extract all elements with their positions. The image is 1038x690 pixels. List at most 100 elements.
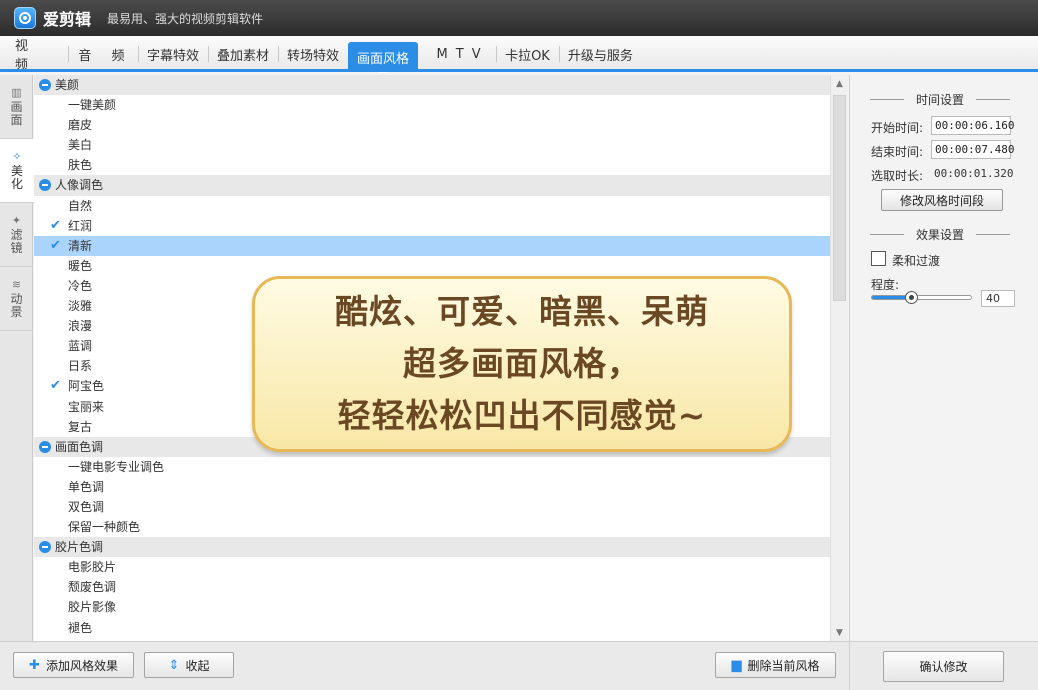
list-item[interactable]: ✔ 清新	[34, 235, 830, 256]
list-item-label: 暖色	[68, 258, 93, 273]
list-item-label: 胶片影像	[68, 600, 117, 615]
list-scrollbar[interactable]: ▲ ▼	[830, 75, 848, 641]
tab-video[interactable]: 视 频	[6, 39, 68, 73]
tab-transition-effects[interactable]: 转场特效	[278, 40, 348, 68]
degree-label: 程度:	[871, 278, 900, 292]
list-item[interactable]: 一键美颜	[34, 95, 830, 115]
magic-wand-add-icon: ✚	[29, 657, 40, 673]
list-item-label: 清新	[68, 238, 93, 253]
list-group-label: 美颜	[55, 78, 80, 92]
end-time-label: 结束时间:	[871, 145, 924, 159]
side-tab-beautify[interactable]: ✧ 美化	[0, 139, 34, 203]
banner-line-1: 酷炫、可爱、暗黑、呆萌	[335, 292, 709, 331]
film-icon: ▥	[11, 85, 22, 99]
list-item-label: 日系	[68, 359, 93, 374]
banner-line-3: 轻轻松松凹出不同感觉~	[337, 396, 707, 435]
soft-transition-label: 柔和过渡	[892, 254, 941, 268]
list-item-label: 一键电影专业调色	[68, 459, 165, 474]
add-style-effect-button[interactable]: ✚ 添加风格效果	[13, 652, 134, 678]
collapse-icon: ⇕	[168, 657, 180, 673]
list-item[interactable]: 胶片影像	[34, 597, 830, 617]
tab-overlay-material[interactable]: 叠加素材	[208, 40, 278, 68]
effect-settings-title: 效果设置	[870, 226, 1010, 243]
list-item[interactable]: ✔ 红润	[34, 216, 830, 236]
confirm-area: 确认修改	[849, 641, 1038, 690]
side-tab-filter[interactable]: ✦ 滤镜	[0, 203, 33, 267]
list-item[interactable]: 双色调	[34, 497, 830, 517]
list-item-label: 颓废色调	[68, 580, 117, 595]
app-slogan: 最易用、强大的视频剪辑软件	[107, 11, 264, 26]
filter-wand-icon: ✦	[11, 213, 22, 227]
duration-value: 00:00:01.320	[934, 167, 1014, 180]
list-item[interactable]: 美白	[34, 135, 830, 155]
side-tab-bar: ▥ 画面 ✧ 美化 ✦ 滤镜 ≋ 动景	[0, 75, 34, 641]
tab-upgrade-service[interactable]: 升级与服务	[558, 40, 642, 68]
list-group-label: 人像调色	[55, 178, 104, 193]
list-group-header[interactable]: 人像调色	[34, 175, 830, 196]
duration-label: 选取时长:	[871, 169, 924, 183]
list-item[interactable]: 保留一种颜色	[34, 517, 830, 537]
promo-banner: 酷炫、可爱、暗黑、呆萌 超多画面风格， 轻轻松松凹出不同感觉~	[252, 276, 792, 452]
magic-wand-icon: ✧	[12, 149, 22, 163]
list-item-label: 蓝调	[68, 339, 93, 354]
trash-icon: ▆	[731, 657, 742, 673]
list-item-label: 阿宝色	[68, 379, 105, 394]
list-item-label: 电影胶片	[68, 560, 117, 575]
degree-slider-handle[interactable]	[905, 291, 919, 304]
list-item[interactable]: 褪色	[34, 618, 830, 638]
list-item[interactable]: 电影胶片	[34, 557, 830, 577]
list-item[interactable]: 肤色	[34, 155, 830, 175]
list-group-label: 胶片色调	[55, 540, 104, 555]
confirm-modify-button[interactable]: 确认修改	[883, 651, 1004, 682]
tab-audio[interactable]: 音 频	[68, 40, 138, 68]
delete-current-style-button[interactable]: ▆ 删除当前风格	[715, 652, 836, 678]
list-item-label: 一键美颜	[68, 98, 117, 113]
checkmark-icon: ✔	[50, 217, 61, 233]
collapse-group-icon[interactable]	[39, 541, 51, 554]
list-item[interactable]: 磨皮	[34, 115, 830, 135]
modify-style-time-button[interactable]: 修改风格时间段	[881, 189, 1003, 211]
list-item-label: 冷色	[68, 278, 93, 293]
list-group-header[interactable]: 美颜	[34, 75, 830, 96]
list-item-label: 单色调	[68, 479, 105, 494]
collapse-button[interactable]: ⇕ 收起	[144, 652, 234, 678]
side-tab-motion[interactable]: ≋ 动景	[0, 267, 33, 331]
list-item-label: 宝丽来	[68, 399, 105, 414]
list-item[interactable]: 颓废色调	[34, 577, 830, 597]
scroll-down-icon[interactable]: ▼	[831, 624, 848, 641]
checkmark-icon: ✔	[50, 237, 61, 253]
main-tab-bar: 视 频 音 频 字幕特效 叠加素材 转场特效 画面风格 MTV 卡拉OK 升级与…	[0, 36, 1038, 73]
side-tab-picture[interactable]: ▥ 画面	[0, 75, 33, 139]
scrollbar-thumb[interactable]	[833, 95, 846, 301]
soft-transition-checkbox[interactable]	[871, 251, 886, 266]
list-item-label: 褪色	[68, 620, 93, 635]
scroll-up-icon[interactable]: ▲	[831, 75, 848, 92]
checkmark-icon: ✔	[50, 378, 61, 394]
banner-line-2: 超多画面风格，	[403, 344, 641, 383]
list-item[interactable]: 自然	[34, 196, 830, 216]
degree-input[interactable]: 40	[981, 290, 1015, 307]
tab-karaoke[interactable]: 卡拉OK	[496, 40, 559, 68]
collapse-group-icon[interactable]	[39, 79, 51, 91]
wave-icon: ≋	[11, 277, 22, 291]
start-time-label: 开始时间:	[871, 121, 924, 135]
collapse-label: 收起	[185, 658, 210, 673]
list-item[interactable]: 暖色	[34, 256, 830, 276]
collapse-group-icon[interactable]	[39, 179, 51, 192]
list-item[interactable]: 一键电影专业调色	[34, 457, 830, 477]
start-time-input[interactable]: 00:00:06.160	[931, 116, 1014, 135]
tab-subtitle-effects[interactable]: 字幕特效	[138, 40, 208, 68]
end-time-input[interactable]: 00:00:07.480	[931, 140, 1014, 159]
list-item-label: 双色调	[68, 499, 105, 514]
settings-panel: 时间设置 开始时间: 00:00:06.160 结束时间: 00:00:07.4…	[849, 75, 1038, 641]
bottom-toolbar: ✚ 添加风格效果 ⇕ 收起 ▆ 删除当前风格	[0, 641, 849, 690]
collapse-group-icon[interactable]	[39, 440, 51, 453]
tab-mtv[interactable]: MTV	[424, 40, 496, 68]
degree-slider[interactable]	[871, 295, 972, 300]
list-item[interactable]: 单色调	[34, 477, 830, 497]
list-item-label: 自然	[68, 198, 93, 213]
list-group-header[interactable]: 胶片色调	[34, 537, 830, 558]
title-bar: 爱剪辑 最易用、强大的视频剪辑软件	[0, 0, 1038, 36]
app-name: 爱剪辑	[43, 10, 92, 29]
tab-picture-style[interactable]: 画面风格	[348, 42, 419, 73]
